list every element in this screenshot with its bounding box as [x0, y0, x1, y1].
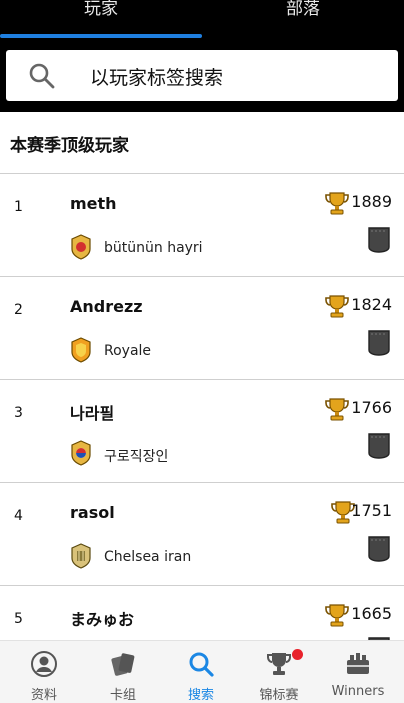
clan-badge-icon: [71, 543, 91, 569]
player-name: 나라필: [70, 404, 115, 423]
clan-name: Chelsea iran: [104, 549, 192, 565]
search-input[interactable]: 以玩家标签搜索: [90, 63, 223, 90]
trophy-icon: [267, 653, 291, 675]
nav-winners[interactable]: Winners: [318, 641, 398, 703]
nav-cards[interactable]: 卡组: [83, 641, 163, 703]
winners-icon: [347, 653, 369, 674]
profile-icon: [31, 651, 57, 677]
player-rank: 2: [14, 302, 23, 318]
player-trophies: 1889: [351, 192, 392, 211]
player-row[interactable]: 1 meth 1889 bütünün hayri: [0, 174, 404, 276]
clan-name: 구로직장인: [104, 449, 169, 465]
player-rank: 4: [14, 508, 23, 524]
search-icon: [189, 652, 214, 677]
player-rank: 1: [14, 199, 23, 215]
player-row[interactable]: 3 나라필 1766 구로직장인: [0, 380, 404, 482]
player-name: meth: [70, 194, 117, 213]
clan-name: bütünün hayri: [104, 240, 203, 256]
card-pocket-icon: [368, 330, 390, 356]
tab-clans[interactable]: 部落: [202, 0, 404, 19]
trophy-icon: [325, 295, 349, 318]
active-tab-indicator: [0, 34, 202, 38]
notification-dot-icon: [292, 649, 303, 660]
player-trophies: 1665: [351, 604, 392, 623]
card-pocket-icon: [368, 433, 390, 459]
player-trophies: 1766: [351, 398, 392, 417]
nav-tournaments[interactable]: 锦标赛: [239, 641, 319, 703]
clan-badge-icon: [71, 337, 91, 363]
player-row[interactable]: 5 まみゅお 1665: [0, 586, 404, 640]
nav-profile[interactable]: 资料: [4, 641, 84, 703]
player-row[interactable]: 4 rasol 1751 Chelsea iran: [0, 483, 404, 585]
player-trophies: 1824: [351, 295, 392, 314]
nav-label: 卡组: [109, 688, 136, 703]
player-name: まみゅお: [70, 610, 135, 629]
trophy-icon: [325, 604, 349, 627]
player-name: Andrezz: [70, 297, 143, 316]
player-row[interactable]: 2 Andrezz 1824 Royale: [0, 277, 404, 379]
nav-search[interactable]: 搜索: [161, 641, 241, 703]
tab-players[interactable]: 玩家: [0, 0, 202, 19]
card-pocket-icon: [368, 227, 390, 253]
player-trophies: 1751: [351, 501, 392, 520]
top-bar: 玩家 部落 以玩家标签搜索: [0, 0, 404, 112]
search-bar[interactable]: 以玩家标签搜索: [6, 50, 398, 101]
nav-label: 搜索: [187, 688, 214, 703]
nav-label: 锦标赛: [259, 688, 299, 703]
trophy-icon: [325, 192, 349, 215]
bottom-nav: 资料 卡组 搜索 锦标赛 Winners: [0, 640, 404, 703]
player-rank: 5: [14, 611, 23, 627]
nav-label: 资料: [30, 688, 57, 703]
card-pocket-icon: [368, 536, 390, 562]
trophy-icon: [325, 398, 349, 421]
nav-label: Winners: [331, 684, 385, 699]
player-name: rasol: [70, 503, 115, 522]
search-icon: [29, 63, 55, 89]
cards-icon: [111, 653, 135, 676]
clan-name: Royale: [104, 343, 152, 359]
section-title: 本赛季顶级玩家: [10, 136, 129, 156]
clan-badge-icon: [71, 440, 91, 466]
player-rank: 3: [14, 405, 23, 421]
clan-badge-icon: [71, 234, 91, 260]
